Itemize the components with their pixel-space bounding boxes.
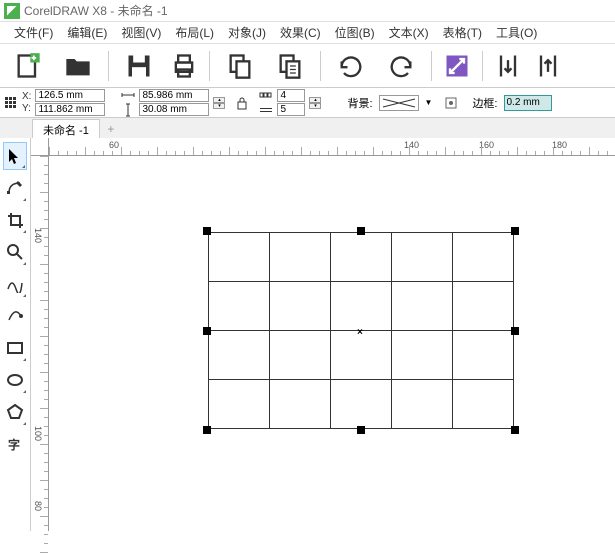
menu-bitmap[interactable]: 位图(B): [329, 22, 381, 43]
pick-tool[interactable]: [3, 142, 27, 170]
rc-icons: [259, 88, 273, 117]
text-tool[interactable]: 字: [3, 430, 27, 458]
resize-handle-mr[interactable]: [511, 327, 519, 335]
center-marker-icon[interactable]: ×: [357, 327, 363, 338]
save-button[interactable]: [115, 48, 163, 84]
redo-button[interactable]: [377, 48, 425, 84]
print-button[interactable]: [165, 48, 203, 84]
new-button[interactable]: [4, 48, 52, 84]
resize-handle-tr[interactable]: [511, 227, 519, 235]
shape-tool[interactable]: [3, 174, 27, 202]
menu-bar: 文件(F) 编辑(E) 视图(V) 布局(L) 对象(J) 效果(C) 位图(B…: [0, 22, 615, 44]
document-tab-row: 未命名 -1 +: [0, 118, 615, 138]
size-spinners[interactable]: ▴ ▾: [213, 97, 225, 109]
rc-spinners[interactable]: ▴ ▾: [309, 97, 321, 109]
menu-edit[interactable]: 编辑(E): [61, 22, 113, 43]
bg-caret-icon[interactable]: ▼: [425, 98, 433, 107]
app-icon: [4, 3, 20, 19]
menu-text[interactable]: 文本(X): [383, 22, 435, 43]
copy-button[interactable]: [216, 48, 264, 84]
resize-handle-bm[interactable]: [357, 426, 365, 434]
toolbox: 字: [0, 138, 31, 531]
ruler-origin[interactable]: [31, 138, 49, 156]
xy-labels: X: Y:: [22, 91, 31, 114]
resize-handle-ml[interactable]: [203, 327, 211, 335]
artistic-media-tool[interactable]: [3, 302, 27, 330]
search-button[interactable]: [438, 48, 476, 84]
toolbar-separator: [209, 51, 210, 81]
export-button[interactable]: [529, 48, 567, 84]
polygon-tool[interactable]: [3, 398, 27, 426]
rows-icon: [259, 103, 273, 117]
menu-view[interactable]: 视图(V): [115, 22, 167, 43]
crop-tool[interactable]: [3, 206, 27, 234]
wh-icons: [121, 88, 135, 117]
work-area: 字 60140160180 14010080 ×: [0, 138, 615, 531]
bg-dropdown[interactable]: [379, 95, 419, 111]
spin-down[interactable]: ▾: [309, 103, 321, 109]
document-tab[interactable]: 未命名 -1: [32, 119, 100, 138]
svg-text:字: 字: [8, 437, 20, 452]
toolbar-separator: [108, 51, 109, 81]
paste-button[interactable]: [266, 48, 314, 84]
drawing-canvas[interactable]: ×: [49, 156, 615, 531]
resize-handle-bl[interactable]: [203, 426, 211, 434]
menu-table[interactable]: 表格(T): [437, 22, 488, 43]
menu-file[interactable]: 文件(F): [8, 22, 59, 43]
cols-icon: [259, 88, 273, 102]
position-icon: [4, 96, 18, 110]
width-input[interactable]: [139, 89, 209, 102]
y-label: Y:: [22, 103, 31, 114]
selected-grid-object[interactable]: ×: [208, 232, 514, 429]
x-label: X:: [22, 91, 31, 102]
menu-effect[interactable]: 效果(C): [274, 22, 327, 43]
outline-label: 边框:: [472, 95, 497, 111]
zoom-tool[interactable]: [3, 238, 27, 266]
width-icon: [121, 88, 135, 102]
property-bar: X: Y: ▴ ▾ ▴ ▾ 背景: ▼ 边框:: [0, 88, 615, 118]
outline-input[interactable]: [504, 95, 552, 111]
spin-down[interactable]: ▾: [213, 103, 225, 109]
freehand-tool[interactable]: [3, 270, 27, 298]
lock-ratio-icon[interactable]: [235, 96, 249, 110]
menu-object[interactable]: 对象(J): [222, 22, 272, 43]
resize-handle-tl[interactable]: [203, 227, 211, 235]
rectangle-tool[interactable]: [3, 334, 27, 362]
toolbar-separator: [482, 51, 483, 81]
rows-input[interactable]: [277, 103, 305, 116]
main-toolbar: [0, 44, 615, 88]
title-bar: CorelDRAW X8 - 未命名 -1: [0, 0, 615, 22]
import-button[interactable]: [489, 48, 527, 84]
height-icon: [121, 103, 135, 117]
open-button[interactable]: [54, 48, 102, 84]
add-tab-button[interactable]: +: [102, 122, 120, 138]
ellipse-tool[interactable]: [3, 366, 27, 394]
vertical-ruler[interactable]: 14010080: [31, 156, 49, 531]
menu-layout[interactable]: 布局(L): [169, 22, 220, 43]
bg-label: 背景:: [347, 95, 372, 111]
edit-fill-icon[interactable]: [444, 96, 458, 110]
x-input[interactable]: [35, 89, 105, 102]
horizontal-ruler[interactable]: 60140160180: [49, 138, 615, 156]
cols-input[interactable]: [277, 89, 305, 102]
window-title: CorelDRAW X8 - 未命名 -1: [24, 2, 168, 19]
resize-handle-br[interactable]: [511, 426, 519, 434]
height-input[interactable]: [139, 103, 209, 116]
menu-tools[interactable]: 工具(O): [490, 22, 543, 43]
resize-handle-tm[interactable]: [357, 227, 365, 235]
y-input[interactable]: [35, 103, 105, 116]
canvas-area: 60140160180 14010080 ×: [31, 138, 615, 531]
undo-button[interactable]: [327, 48, 375, 84]
toolbar-separator: [320, 51, 321, 81]
toolbar-separator: [431, 51, 432, 81]
